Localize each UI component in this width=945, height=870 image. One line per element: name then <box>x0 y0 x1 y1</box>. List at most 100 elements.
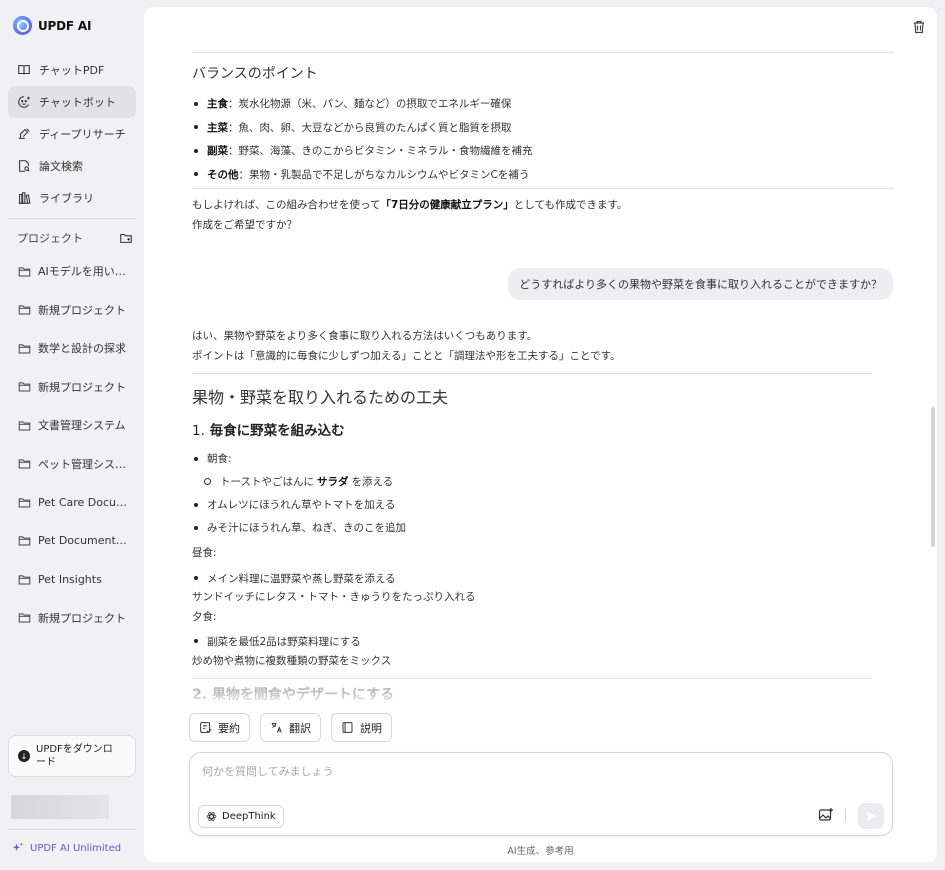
list-text: 朝食: <box>207 453 232 465</box>
upgrade-label: UPDF AI Unlimited <box>30 842 122 854</box>
translate-button[interactable]: 翻訳 <box>260 713 321 742</box>
project-label: 新規プロジェクト <box>38 380 126 394</box>
answer-intro: はい、果物や野菜をより多く食事に取り入れる方法はいくつもあります。 <box>192 330 538 342</box>
project-item[interactable]: 新規プロジェクト <box>8 291 136 330</box>
list-item: 副菜を最低2品は野菜料理にする <box>192 630 882 652</box>
list-item: みそ汁にほうれん草、ねぎ、きのこを追加 <box>192 516 882 539</box>
list-item: 副菜 ：野菜、海藻、きのこからビタミン・ミネラル・食物繊維を補充 <box>192 139 892 163</box>
divider <box>192 678 872 679</box>
sub-heading-number: 1. <box>192 423 205 439</box>
project-item[interactable]: 新規プロジェクト <box>8 368 136 407</box>
image-upload-icon[interactable] <box>818 807 834 823</box>
project-item[interactable]: Pet Care Docu… <box>8 483 136 522</box>
folder-icon <box>18 421 31 431</box>
balance-title: バランスのポイント <box>192 66 318 82</box>
meal-label: 昼食: <box>192 547 217 559</box>
nav-item-library[interactable]: ライブラリ <box>8 182 136 214</box>
project-item[interactable]: 新規プロジェクト <box>8 599 136 638</box>
deepthink-toggle[interactable]: DeepThink <box>198 805 284 828</box>
folder-icon <box>18 613 31 623</box>
nav-label: ディープリサーチ <box>39 128 126 141</box>
project-item[interactable]: Pet Insights <box>8 560 136 599</box>
scrollbar[interactable] <box>931 407 935 547</box>
list-text: を添える <box>351 476 394 488</box>
brand[interactable]: UPDF AI <box>13 16 91 35</box>
nav-item-paper-search[interactable]: 論文検索 <box>8 150 136 182</box>
list-text: ：果物・乳製品で不足しがちなカルシウムやビタミンCを補う <box>238 168 530 181</box>
chat-input[interactable] <box>202 765 802 778</box>
offer-post: としても作成できます。 <box>513 199 628 211</box>
project-label: 数学と設計の探求 <box>38 342 126 356</box>
sub-heading: 1. 毎食に野菜を組み込む <box>192 419 345 439</box>
list-item: メイン料理に温野菜や蒸し野菜を添える <box>192 567 882 589</box>
summary-icon <box>200 722 212 734</box>
project-item[interactable]: 数学と設計の探求 <box>8 329 136 368</box>
send-button[interactable] <box>858 803 884 829</box>
projects-header: プロジェクト <box>17 230 133 246</box>
project-item[interactable]: ペット管理シス… <box>8 445 136 484</box>
folder-icon <box>18 305 31 315</box>
composer-separator <box>845 809 846 822</box>
divider <box>192 52 894 53</box>
offer-question: 作成をご希望ですか？ <box>192 219 297 231</box>
explain-icon <box>342 722 353 733</box>
ai-disclaimer: AI生成、参考用 <box>507 846 574 857</box>
project-item[interactable]: Pet Document… <box>8 522 136 561</box>
list-text: ：炭水化物源（米、パン、麺など）の摂取でエネルギー確保 <box>228 98 512 111</box>
sub-heading-title: 毎食に野菜を組み込む <box>209 423 345 439</box>
project-item[interactable]: AIモデルを用い… <box>8 252 136 291</box>
divider <box>192 188 894 189</box>
folder-icon <box>18 267 31 277</box>
explain-button[interactable]: 説明 <box>331 713 392 742</box>
breakfast-list: 朝食: トーストやごはんに サラダ を添える オムレツにほうれん草やトマトを加える … <box>192 447 882 539</box>
bot-icon <box>18 96 30 108</box>
new-folder-icon[interactable] <box>119 231 133 245</box>
updf-logo-icon <box>13 16 32 35</box>
list-item: その他 ：果物・乳製品で不足しがちなカルシウムやビタミンCを補う <box>192 163 892 187</box>
brand-name: UPDF AI <box>38 18 92 33</box>
list-item: オムレツにほうれん草やトマトを加える <box>192 493 882 516</box>
download-updf-button[interactable]: ↓ UPDFをダウンロ ード <box>8 735 136 777</box>
folder-icon <box>18 536 31 546</box>
user-message-bubble: どうすればより多くの果物や野菜を食事に取り入れることができますか？ <box>508 268 893 300</box>
sparkle-icon <box>12 842 23 851</box>
nav-label: チャットPDF <box>39 64 105 77</box>
nav-item-deep-research[interactable]: ディープリサーチ <box>8 118 136 150</box>
list-text: メイン料理に温野菜や蒸し野菜を添える <box>207 572 396 585</box>
offer-bold: 「7日分の健康献立プラン」 <box>380 199 514 211</box>
folder-icon <box>18 575 31 585</box>
divider <box>192 373 872 374</box>
list-text: みそ汁にほうれん草、ねぎ、きのこを追加 <box>207 522 406 534</box>
user-account[interactable] <box>11 795 109 819</box>
list-item: トーストやごはんに サラダ を添える <box>192 470 882 493</box>
trash-icon[interactable] <box>911 19 927 35</box>
project-item[interactable]: 文書管理システム <box>8 406 136 445</box>
list-bold: サラダ <box>316 476 349 488</box>
paper-search-icon <box>19 160 30 172</box>
folder-icon <box>18 459 31 469</box>
project-label: ペット管理シス… <box>38 457 126 471</box>
balance-list: 主食 ：炭水化物源（米、パン、麺など）の摂取でエネルギー確保 主菜 ：魚、肉、卵、大… <box>192 92 892 186</box>
project-label: 新規プロジェクト <box>38 303 126 317</box>
book-open-icon <box>18 65 30 75</box>
list-text: トーストやごはんに <box>220 476 314 488</box>
project-list: AIモデルを用い… 新規プロジェクト 数学と設計の探求 新規プロジェクト 文書管… <box>8 252 136 637</box>
offer-text: もしよければ、この組み合わせを使って「7日分の健康献立プラン」としても作成できま… <box>192 195 892 216</box>
answer-intro: ポイントは「意識的に毎食に少しずつ加える」ことと「調理法や形を工夫する」ことです… <box>192 350 621 362</box>
list-item: 主食 ：炭水化物源（米、パン、麺など）の摂取でエネルギー確保 <box>192 92 892 116</box>
summary-button[interactable]: 要約 <box>189 713 250 742</box>
list-text: ：野菜、海藻、きのこからビタミン・ミネラル・食物繊維を補充 <box>228 145 533 158</box>
nav-item-chat-pdf[interactable]: チャットPDF <box>8 54 136 86</box>
list-text: ：魚、肉、卵、大豆などから良質のたんぱく質と脂質を摂取 <box>228 121 512 134</box>
list-term: 主菜 <box>207 121 228 134</box>
nav-item-chatbot[interactable]: チャットボット <box>8 86 136 118</box>
translate-icon <box>271 722 282 733</box>
project-label: Pet Care Docu… <box>38 495 128 509</box>
lunch-list: メイン料理に温野菜や蒸し野菜を添える <box>192 567 882 589</box>
send-icon <box>866 811 876 821</box>
translate-label: 翻訳 <box>289 721 311 735</box>
upgrade-link[interactable]: UPDF AI Unlimited <box>12 842 121 854</box>
main-nav: チャットPDF チャットボット ディープリサーチ 論文検索 ライブラリ <box>8 54 136 214</box>
project-label: 新規プロジェクト <box>38 611 126 625</box>
sidebar: UPDF AI チャットPDF チャットボット ディープリサーチ 論文検索 ライ… <box>0 0 144 870</box>
